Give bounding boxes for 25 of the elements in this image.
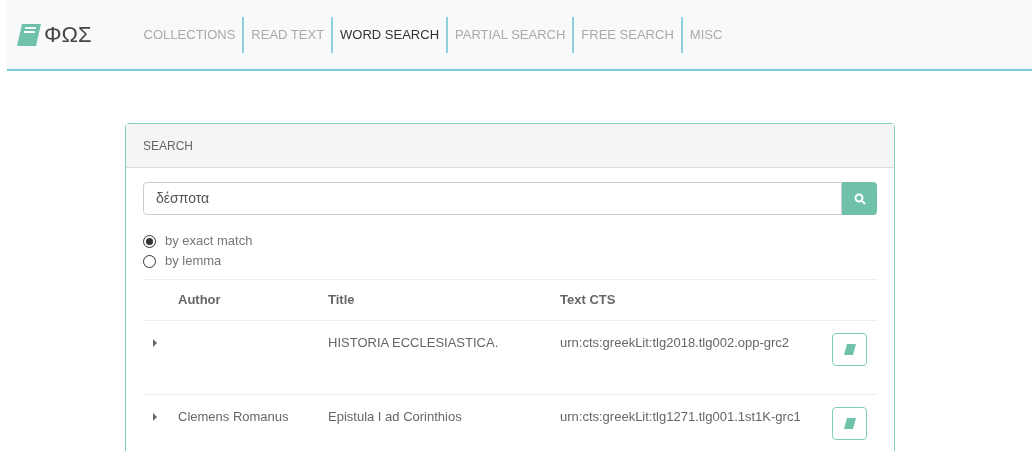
table-cell: Clemens Romanus (178, 409, 289, 424)
table-cell: urn:cts:greekLit:tlg1271.tlg001.1st1K-grc1 (560, 409, 801, 424)
brand-name[interactable]: ΦΩΣ (44, 18, 92, 51)
search-field[interactable]: δέσποτα (143, 182, 842, 215)
table-cell: Epistula I ad Corinthios (328, 409, 462, 424)
book-icon (843, 418, 856, 429)
nav-link[interactable]: PARTIAL SEARCH (446, 16, 573, 53)
book-icon (843, 344, 856, 355)
nav-link[interactable]: MISC (680, 16, 730, 53)
column-header: Title (328, 291, 356, 310)
card-header: SEARCH (126, 124, 894, 168)
expand-caret-icon[interactable] (153, 339, 157, 347)
column-header: Author (178, 291, 222, 310)
table-cell: urn:cts:greekLit:tlg2018.tlg002.opp-grc2 (560, 335, 790, 350)
book-icon (16, 22, 42, 47)
nav-link[interactable]: FREE SEARCH (572, 16, 681, 53)
column-header: Text CTS (560, 291, 617, 310)
nav-link[interactable]: COLLECTIONS (136, 16, 243, 53)
search-icon (853, 192, 866, 205)
table-cell: HISTORIA ECCLESIASTICA. (328, 335, 499, 350)
nav-link[interactable]: WORD SEARCH (331, 16, 447, 53)
expand-caret-icon[interactable] (153, 413, 157, 421)
radio-label: by exact match (165, 232, 253, 251)
nav-link[interactable]: READ TEXT (242, 16, 332, 53)
radio-label: by lemma (165, 252, 222, 271)
